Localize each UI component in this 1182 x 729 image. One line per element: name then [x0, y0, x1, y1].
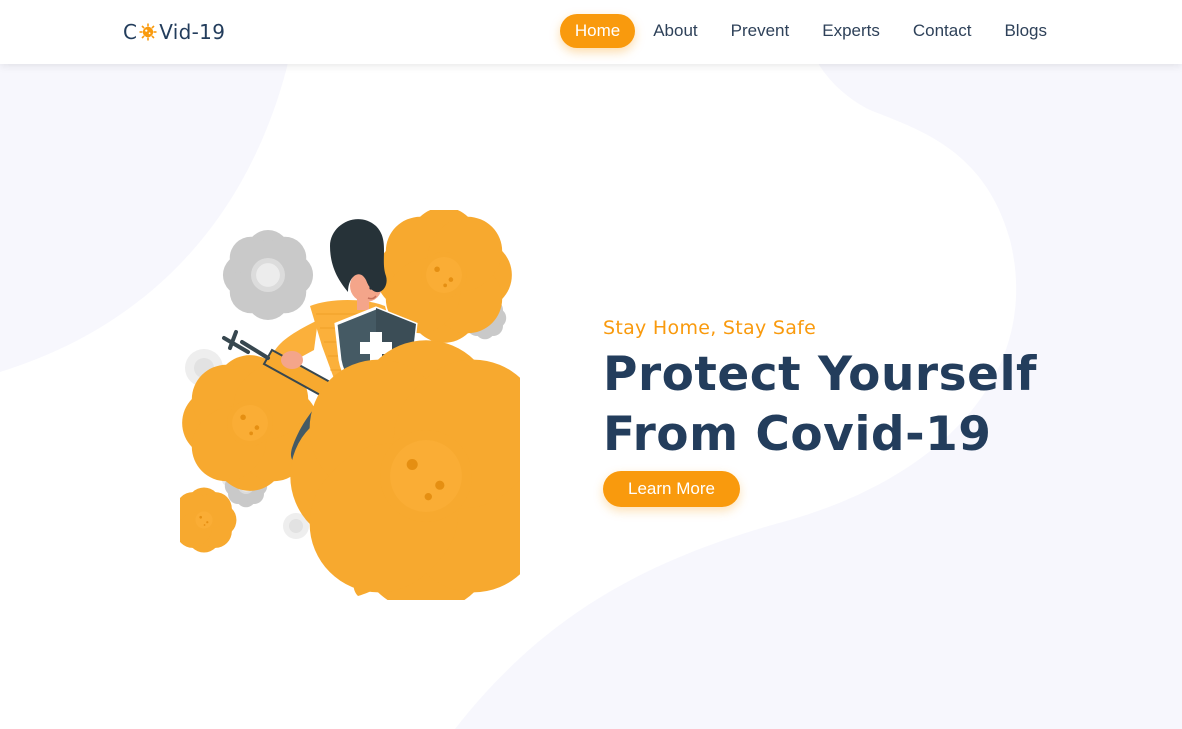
virus-icon: [139, 23, 157, 41]
hero-tagline: Stay Home, Stay Safe: [603, 317, 817, 339]
hero-headline: Protect Yourself From Covid-19: [603, 345, 1037, 465]
nav-item-prevent[interactable]: Prevent: [716, 14, 805, 48]
nav-item-experts[interactable]: Experts: [807, 14, 895, 48]
hero-text: Stay Home, Stay Safe Protect Yourself Fr…: [603, 315, 1037, 507]
nav-item-about[interactable]: About: [638, 14, 712, 48]
headline-line-2: From Covid-19: [603, 407, 992, 462]
hero-illustration: [180, 210, 520, 600]
learn-more-button[interactable]: Learn More: [603, 471, 740, 507]
logo[interactable]: C Vid-19: [123, 19, 225, 45]
headline-line-1: Protect Yourself: [603, 347, 1038, 402]
main-nav: Home About Prevent Experts Contact Blogs: [557, 14, 1062, 48]
logo-suffix: Vid-19: [159, 20, 226, 44]
site-header: C Vid-19 Home About Prevent Experts Cont…: [0, 0, 1182, 64]
nav-item-home[interactable]: Home: [559, 14, 636, 48]
nav-item-blogs[interactable]: Blogs: [989, 14, 1062, 48]
nav-item-contact[interactable]: Contact: [898, 14, 987, 48]
logo-prefix: C: [123, 20, 138, 44]
